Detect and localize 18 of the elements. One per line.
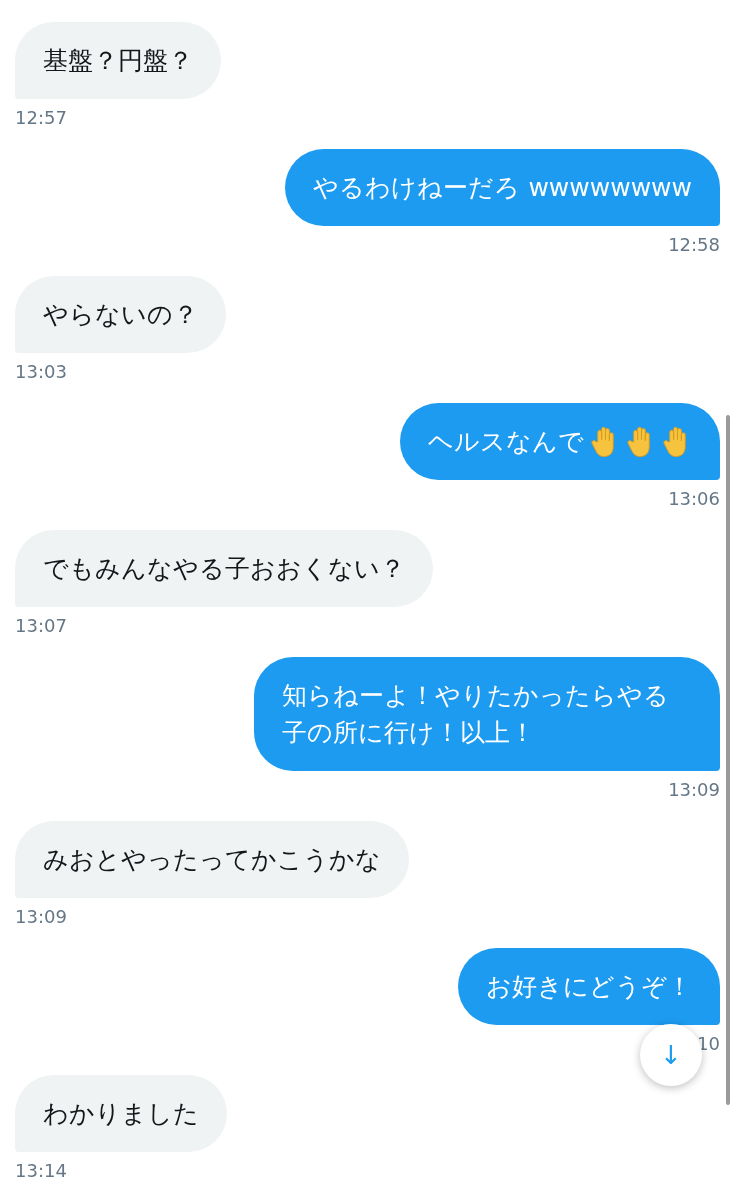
timestamp: 13:14 — [15, 1160, 67, 1182]
timestamp: 13:03 — [15, 361, 67, 383]
scrollbar[interactable] — [726, 415, 730, 1105]
message-text: 知らねーよ！やりたかったらやる子の所に行け！以上！ — [282, 680, 670, 749]
timestamp: 13:09 — [668, 779, 720, 801]
message-text: お好きにどうぞ！ — [486, 971, 692, 1003]
message-text: でもみんなやる子おおくない？ — [43, 553, 405, 585]
timestamp: 13:09 — [15, 906, 67, 928]
timestamp: 12:57 — [15, 107, 67, 129]
message-text: みおとやったってかこうかな — [43, 844, 381, 876]
message-text: やるわけねーだろ wwwwwwww — [313, 172, 692, 204]
message-text: ヘルスなんで — [428, 426, 584, 458]
timestamp: 13:06 — [668, 488, 720, 510]
message-text: 基盤？円盤？ — [43, 45, 193, 77]
message-text: わかりました — [43, 1098, 199, 1130]
timestamp: 13:07 — [15, 615, 67, 637]
message-text: やらないの？ — [43, 299, 198, 331]
timestamp: 12:58 — [668, 234, 720, 256]
